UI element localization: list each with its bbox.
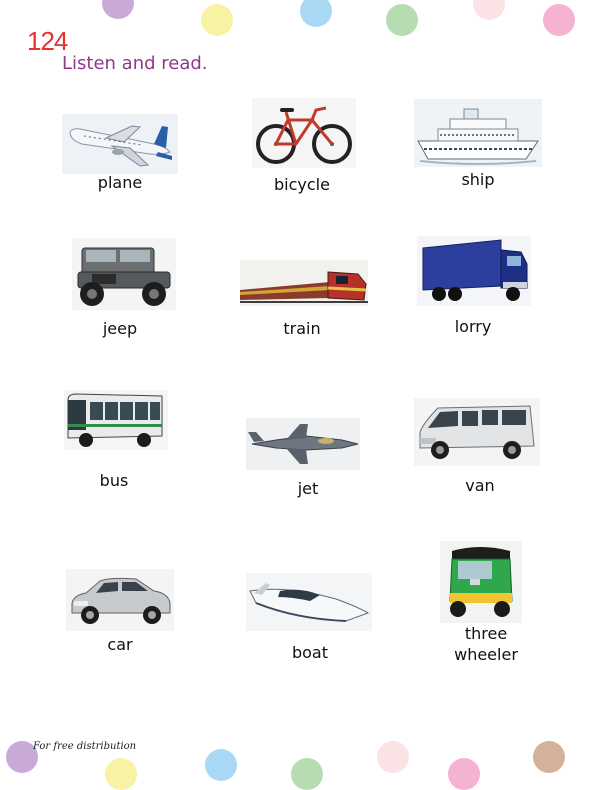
speedboat-photo-icon — [246, 573, 372, 631]
vehicle-card-jet: jet — [228, 416, 388, 506]
airplane-photo-icon — [62, 114, 178, 174]
vehicle-card-plane: plane — [40, 110, 200, 200]
bicycle-photo-icon — [252, 98, 356, 168]
decor-dot — [205, 749, 237, 781]
vehicle-card-train: train — [222, 258, 382, 348]
decor-dot — [201, 4, 233, 36]
three-wheeler-photo-icon — [440, 541, 522, 623]
decor-dot — [377, 741, 409, 773]
vehicle-label: lorry — [454, 317, 492, 336]
vehicle-card-boat: boat — [230, 571, 390, 681]
train-photo-icon — [240, 260, 368, 306]
vehicle-label: bus — [99, 471, 129, 490]
decor-dot — [291, 758, 323, 790]
vehicle-label: van — [465, 476, 495, 495]
bus-photo-icon — [64, 390, 168, 450]
vehicle-label: bicycle — [274, 175, 330, 194]
cruise-ship-photo-icon — [414, 99, 542, 167]
decor-dot — [300, 0, 332, 27]
vehicle-card-car: car — [40, 567, 200, 677]
decor-dot — [386, 4, 418, 36]
car-photo-icon — [66, 569, 174, 631]
decor-dot — [105, 758, 137, 790]
vehicle-label: ship — [461, 170, 495, 189]
van-photo-icon — [414, 398, 540, 466]
decor-dot — [102, 0, 134, 19]
vehicle-card-bicycle: bicycle — [222, 96, 382, 196]
vehicle-label: jet — [297, 479, 319, 498]
vehicle-label: boat — [291, 643, 329, 662]
vehicle-card-three-wheeler: three wheeler — [406, 539, 566, 669]
vehicle-card-ship: ship — [398, 97, 558, 197]
vehicle-card-lorry: lorry — [393, 234, 553, 344]
vehicle-label: three wheeler — [454, 624, 518, 664]
vehicle-card-van: van — [400, 396, 560, 506]
vehicle-label: train — [283, 319, 321, 338]
vehicle-label: jeep — [102, 319, 138, 338]
decor-dot — [533, 741, 565, 773]
decor-dot — [448, 758, 480, 790]
vehicle-card-jeep: jeep — [40, 236, 200, 346]
footer-note: For free distribution — [33, 741, 137, 752]
vehicle-label: plane — [97, 173, 143, 192]
decor-dot — [473, 0, 505, 20]
vehicle-card-bus: bus — [34, 388, 194, 498]
jeep-photo-icon — [72, 238, 176, 310]
lorry-photo-icon — [417, 236, 531, 306]
vehicle-label: car — [107, 635, 133, 654]
fighter-jet-photo-icon — [246, 418, 360, 470]
page-instruction: Listen and read. — [62, 53, 208, 74]
decor-dot — [543, 4, 575, 36]
